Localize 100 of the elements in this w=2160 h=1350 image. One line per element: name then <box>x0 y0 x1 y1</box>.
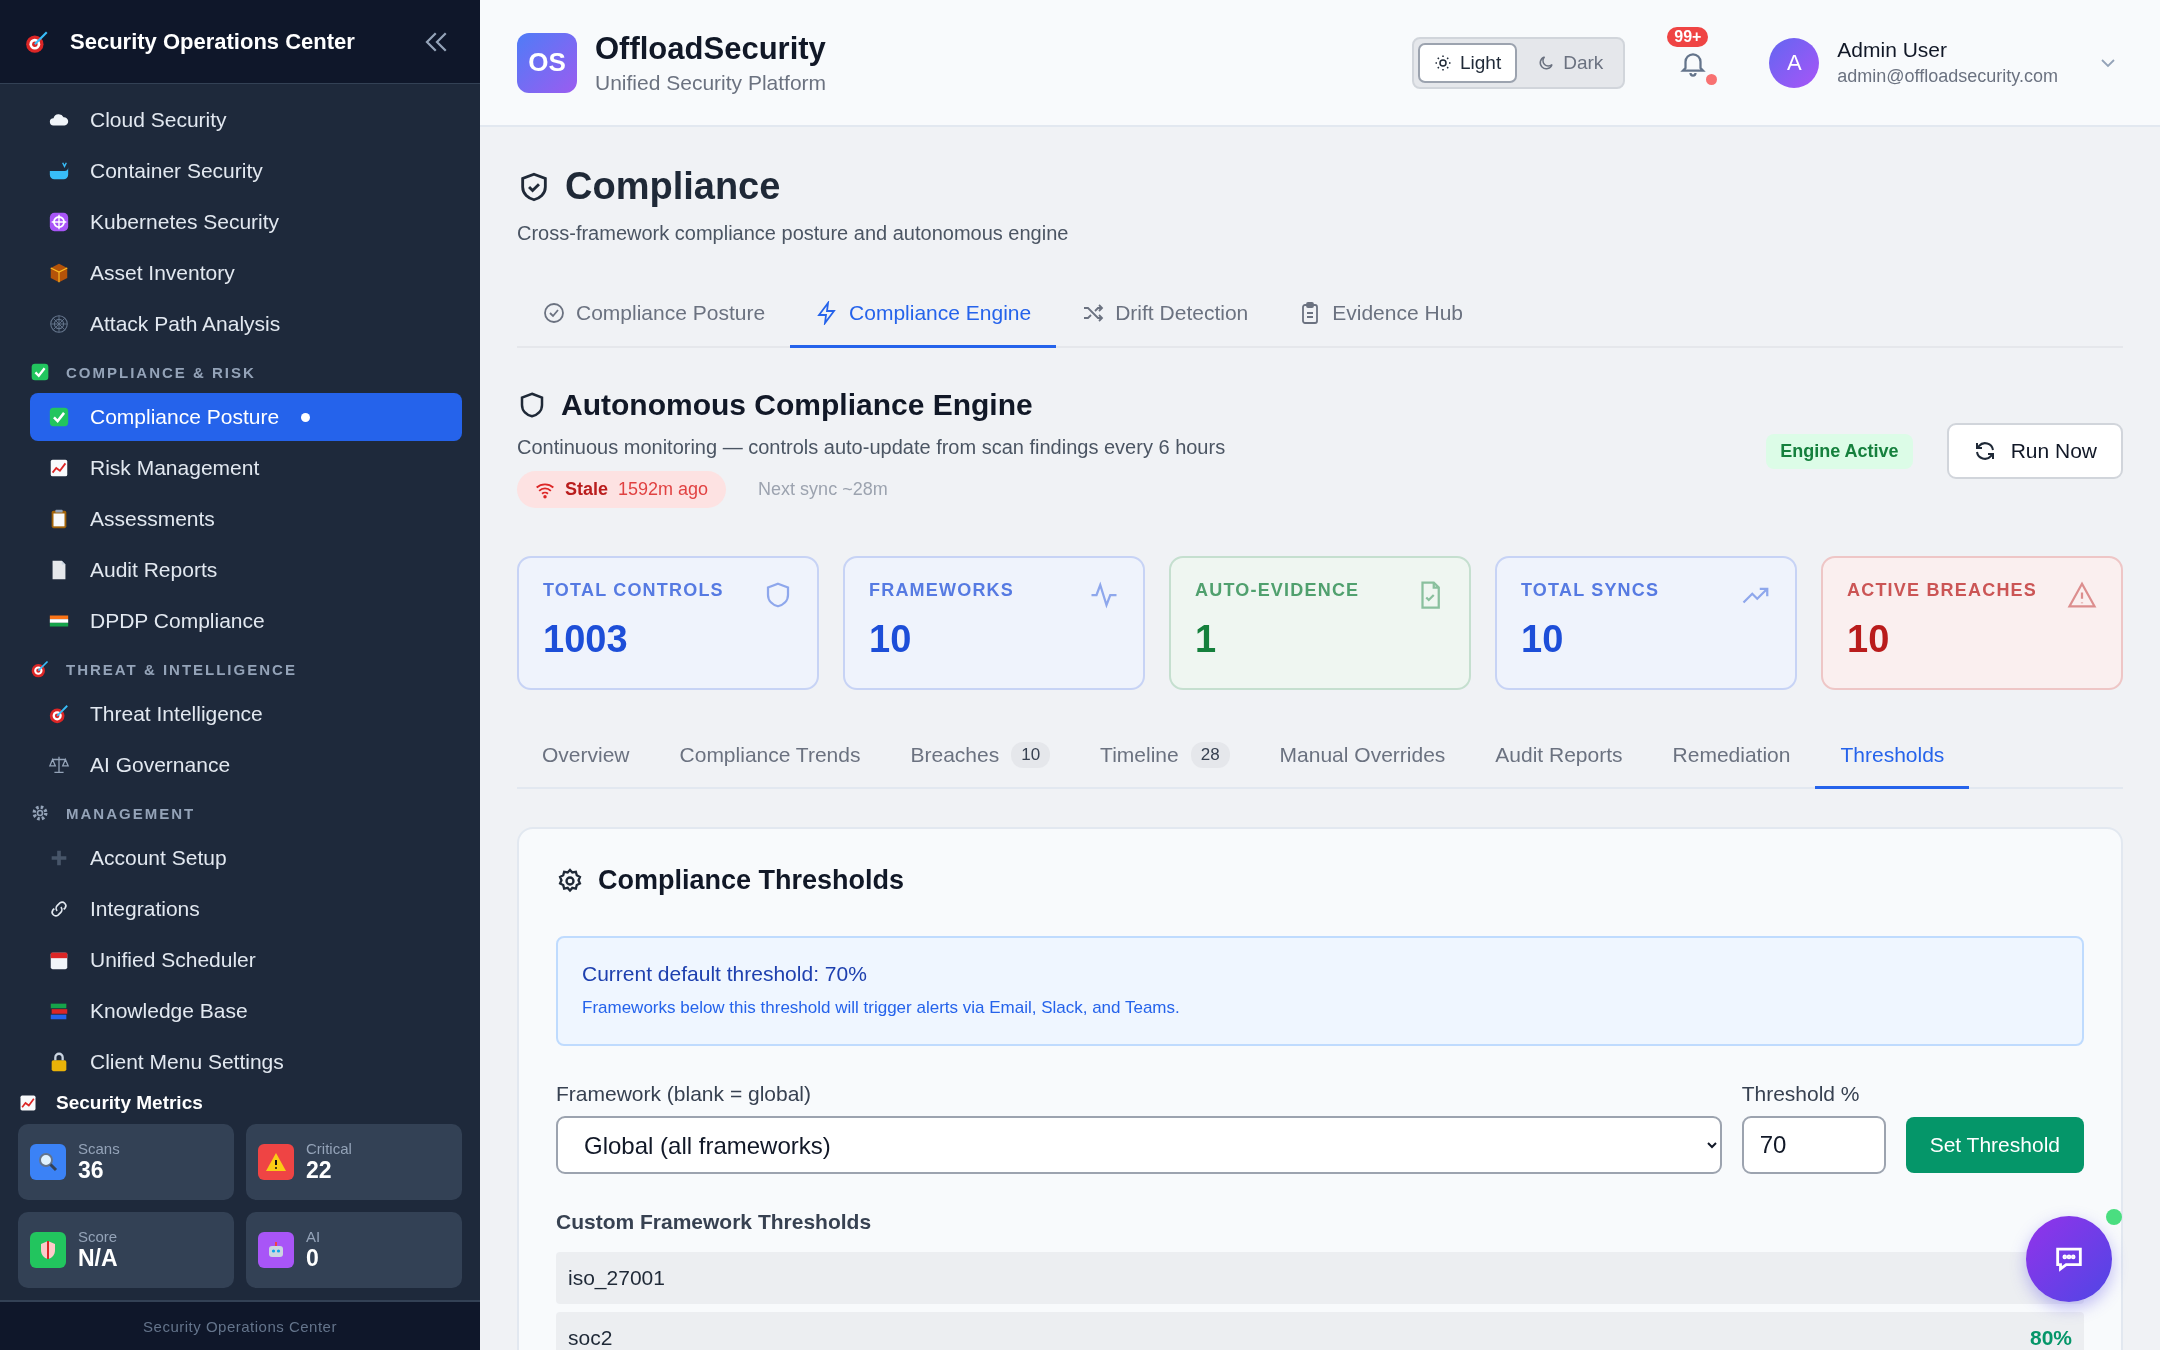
nav-item[interactable]: Risk Management <box>30 444 462 492</box>
nav-item[interactable]: Compliance Posture <box>30 393 462 441</box>
stat-label: TOTAL CONTROLS <box>543 580 724 601</box>
nav-item[interactable]: Audit Reports <box>30 546 462 594</box>
stat-label: FRAMEWORKS <box>869 580 1014 601</box>
web-icon <box>48 313 70 335</box>
nav-item[interactable]: Asset Inventory <box>30 249 462 297</box>
stat-label: TOTAL SYNCS <box>1521 580 1660 601</box>
metric-label: AI <box>306 1228 321 1245</box>
stale-label: Stale <box>565 479 609 500</box>
metric-label: Scans <box>78 1140 120 1157</box>
metric-value: 0 <box>306 1245 320 1272</box>
section-title: Autonomous Compliance Engine <box>561 388 1033 422</box>
user-name: Admin User <box>1837 38 1948 62</box>
tab[interactable]: Compliance Posture <box>517 283 791 348</box>
notification-badge: 99+ <box>1667 26 1709 47</box>
box-icon <box>48 262 70 284</box>
brand-tagline: Unified Security Platform <box>595 70 827 95</box>
metric-label: Critical <box>306 1140 352 1157</box>
nav-item[interactable]: AI Governance <box>30 741 462 789</box>
wheel-icon <box>48 211 70 233</box>
framework-name: soc2 <box>568 1326 613 1350</box>
chart-icon <box>48 457 70 479</box>
theme-option[interactable]: Light <box>1417 42 1518 83</box>
warning-icon <box>2067 580 2097 610</box>
stat-value: 10 <box>1521 618 1565 661</box>
set-threshold-button[interactable]: Set Threshold <box>1905 1117 2084 1173</box>
scales-icon <box>48 754 70 776</box>
logo: OS <box>517 32 577 93</box>
check-icon <box>48 406 70 428</box>
pulse-icon <box>1089 580 1119 610</box>
next-sync: Next sync ~28m <box>758 479 888 500</box>
threshold-value: 80% <box>2029 1326 2072 1350</box>
section-heading: MANAGEMENT <box>66 804 196 822</box>
stat-value: 1003 <box>543 618 629 661</box>
tab[interactable]: Compliance Trends <box>654 728 886 789</box>
field-label: Framework (blank = global) <box>556 1082 812 1106</box>
threshold-input[interactable]: 70 <box>1741 1116 1886 1174</box>
status-dot <box>1706 73 1718 85</box>
tab[interactable]: Evidence Hub <box>1273 283 1488 348</box>
nav-item[interactable]: Attack Path Analysis <box>30 300 462 348</box>
nav-item[interactable]: Knowledge Base <box>30 987 462 1035</box>
metric-value: 22 <box>306 1157 333 1184</box>
framework-name: iso_27001 <box>568 1266 665 1290</box>
target-icon <box>30 659 50 679</box>
count-badge: 28 <box>1190 742 1230 768</box>
info-text: Frameworks below this threshold will trigger alerts via Email, Slack, and Teams. <box>582 998 1181 1018</box>
tab[interactable]: Audit Reports <box>1470 728 1648 789</box>
online-dot <box>2106 1209 2122 1225</box>
nav-item[interactable]: Integrations <box>30 885 462 933</box>
tab[interactable]: Manual Overrides <box>1254 728 1471 789</box>
nav-item[interactable]: Account Setup <box>30 834 462 882</box>
framework-select[interactable]: Global (all frameworks) <box>556 1116 1722 1174</box>
page-subtitle: Cross-framework compliance posture and autonomous engine <box>517 222 1070 245</box>
theme-option[interactable]: Dark <box>1521 42 1620 83</box>
brand-name: OffloadSecurity <box>595 30 827 67</box>
tab[interactable]: Overview <box>517 728 655 789</box>
info-heading: Current default threshold: 70% <box>582 962 868 986</box>
link-icon <box>48 898 70 920</box>
page-title: Compliance <box>565 165 781 208</box>
user-avatar[interactable]: A <box>1769 37 1820 88</box>
nav-item[interactable]: Kubernetes Security <box>30 198 462 246</box>
engine-description: Continuous monitoring — controls auto-update from scan findings every 6 hours <box>517 436 1227 459</box>
tab[interactable]: Compliance Engine <box>790 283 1057 348</box>
metrics-heading: Security Metrics <box>56 1092 203 1114</box>
nav-item[interactable]: Unified Scheduler <box>30 936 462 984</box>
metric-value: 36 <box>78 1157 105 1184</box>
stale-age: 1592m ago <box>618 479 709 500</box>
tab[interactable]: Breaches 10 <box>885 728 1076 789</box>
sun-icon <box>1433 53 1452 72</box>
nav-item[interactable]: Container Security <box>30 147 462 195</box>
metric-label: Score <box>78 1228 118 1245</box>
tab[interactable]: Drift Detection <box>1056 283 1274 348</box>
section-heading: COMPLIANCE & RISK <box>66 363 256 381</box>
engine-status: Engine Active <box>1766 433 1913 469</box>
user-email: admin@offloadsecurity.com <box>1837 66 2058 87</box>
stat-value: 10 <box>1847 618 1891 661</box>
stat-value: 1 <box>1195 618 1218 661</box>
nav-item[interactable]: Client Menu Settings <box>30 1038 462 1084</box>
circle-check-icon <box>542 301 566 325</box>
panel-title: Compliance Thresholds <box>598 865 905 896</box>
tab[interactable]: Thresholds <box>1815 728 1970 789</box>
stat-value: 10 <box>869 618 913 661</box>
list-heading: Custom Framework Thresholds <box>556 1210 873 1234</box>
stat-label: ACTIVE BREACHES <box>1847 580 2038 601</box>
check-icon <box>30 362 50 382</box>
tab[interactable]: Timeline 28 <box>1075 728 1255 789</box>
nav-item[interactable]: Assessments <box>30 495 462 543</box>
gear-icon <box>556 866 584 895</box>
nav-item[interactable]: Cloud Security <box>30 96 462 144</box>
section-heading: THREAT & INTELLIGENCE <box>66 660 297 678</box>
tab[interactable]: Remediation <box>1647 728 1816 789</box>
run-now-button[interactable]: Run Now <box>1946 423 2123 479</box>
count-badge: 10 <box>1011 742 1051 768</box>
chart-icon <box>18 1093 38 1113</box>
nav-item[interactable]: Threat Intelligence <box>30 690 462 738</box>
nav-item[interactable]: DPDP Compliance <box>30 597 462 645</box>
target-icon <box>48 703 70 725</box>
metric-value: N/A <box>78 1245 118 1272</box>
app-title: Security Operations Center <box>70 28 356 55</box>
